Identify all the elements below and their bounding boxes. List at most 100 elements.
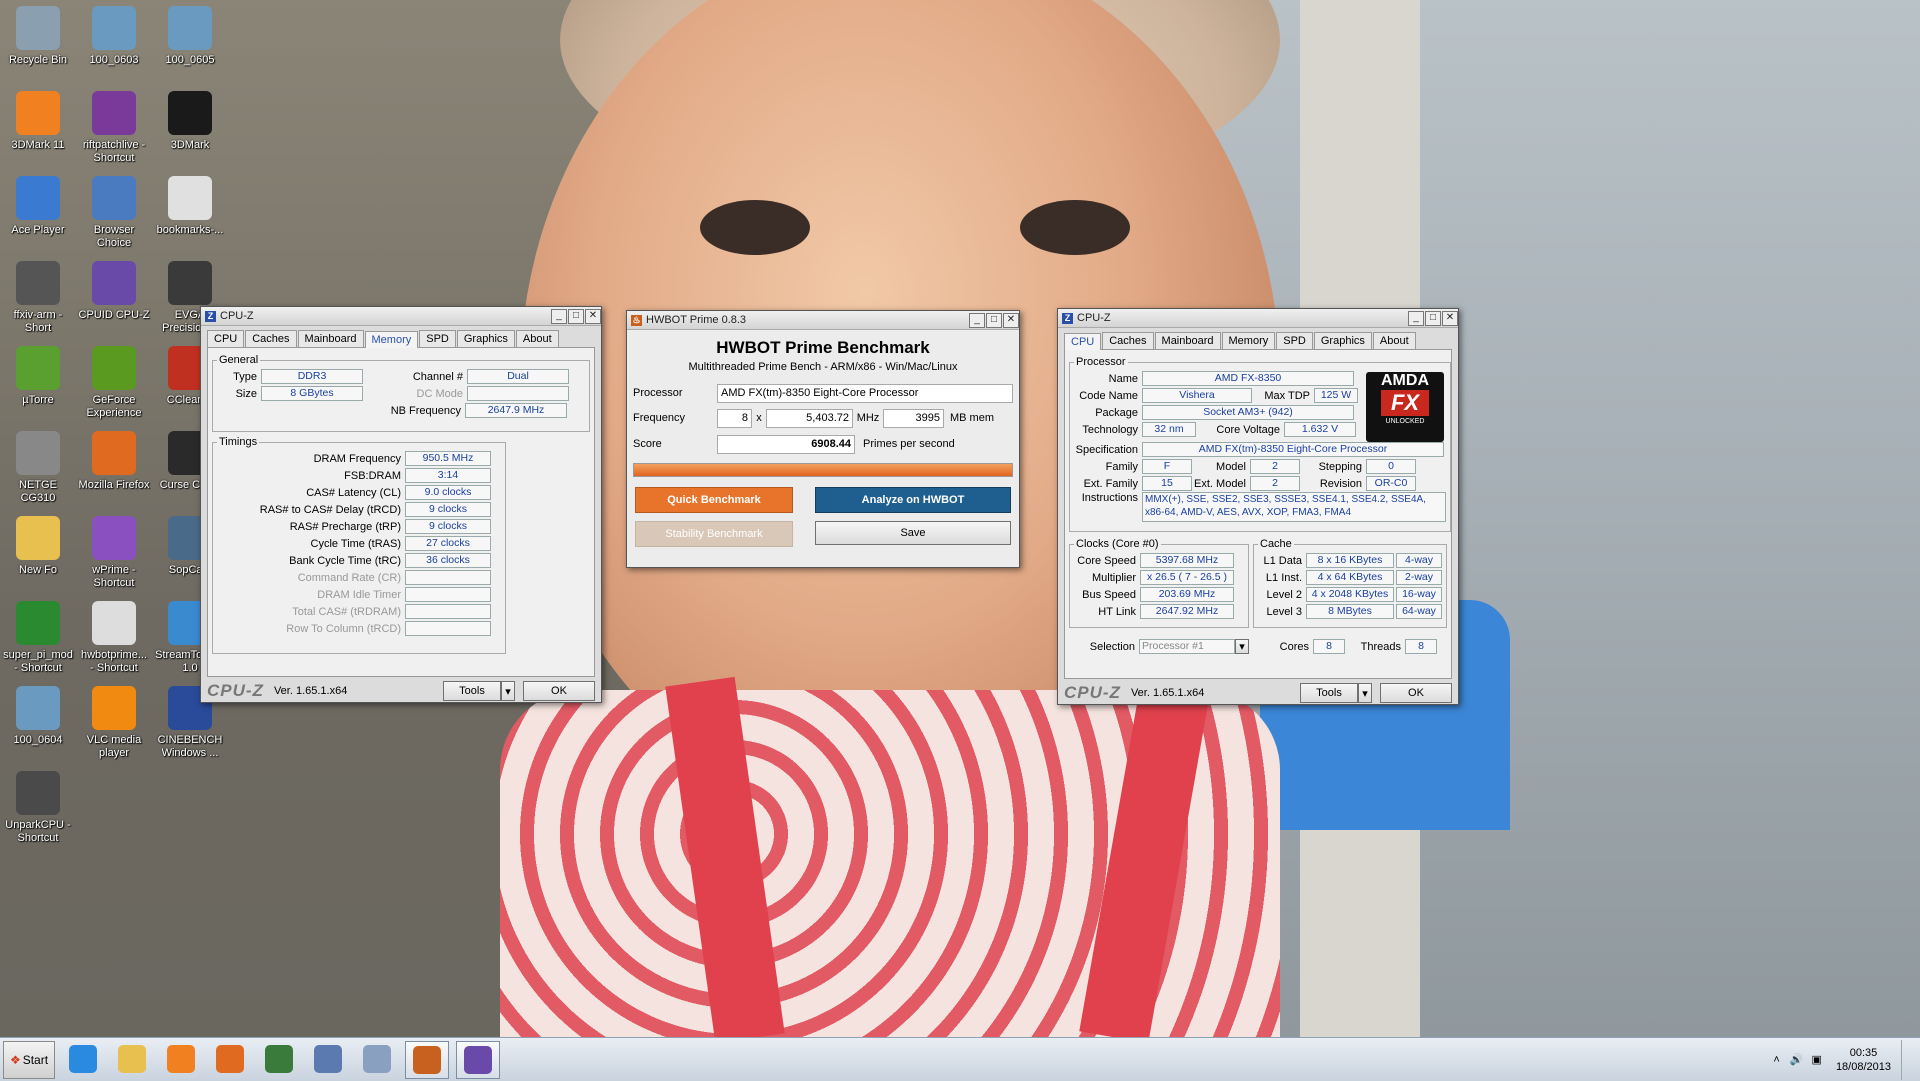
volume-icon[interactable]: 🔊: [1790, 1053, 1804, 1066]
taskbar-app-button[interactable]: [307, 1041, 349, 1077]
tab-caches[interactable]: Caches: [1102, 332, 1154, 349]
show-desktop-button[interactable]: [1901, 1039, 1914, 1080]
timing-row: RAS# to CAS# Delay (tRCD) 9 clocks: [217, 501, 501, 518]
maximize-icon[interactable]: □: [986, 312, 1002, 328]
desktop-icon[interactable]: 100_0604: [2, 686, 74, 747]
tab-graphics[interactable]: Graphics: [456, 330, 515, 347]
minimize-icon[interactable]: _: [1408, 310, 1424, 326]
ok-button[interactable]: OK: [523, 681, 595, 701]
tab-spd[interactable]: SPD: [1276, 332, 1313, 349]
desktop-icon[interactable]: VLC media player: [78, 686, 150, 760]
close-icon[interactable]: ✕: [585, 308, 601, 324]
desktop-icon[interactable]: Recycle Bin: [2, 6, 74, 67]
cache-level-label: Level 2: [1266, 588, 1302, 601]
minimize-icon[interactable]: _: [551, 308, 567, 324]
bus-speed-label: Bus Speed: [1082, 588, 1136, 601]
network-icon[interactable]: ▣: [1812, 1053, 1822, 1066]
chevron-down-icon[interactable]: ▾: [501, 681, 515, 701]
taskbar-app-button[interactable]: [111, 1041, 153, 1077]
close-icon[interactable]: ✕: [1442, 310, 1458, 326]
media-player-icon: [167, 1044, 195, 1073]
tab-cpu[interactable]: CPU: [207, 330, 245, 347]
score-field[interactable]: 6908.44: [717, 434, 855, 454]
taskbar-app-button[interactable]: [356, 1041, 398, 1077]
tab-caches[interactable]: Caches: [245, 330, 297, 347]
frequency-field[interactable]: 5,403.72: [766, 408, 853, 428]
show-hidden-icons-icon[interactable]: ˄: [1773, 1054, 1779, 1066]
close-icon[interactable]: ✕: [1003, 312, 1019, 328]
processor-select[interactable]: Processor #1: [1139, 639, 1235, 654]
taskbar-app-button[interactable]: [62, 1041, 104, 1077]
clock[interactable]: 00:35 18/08/2013: [1836, 1046, 1891, 1074]
processor-field[interactable]: AMD FX(tm)-8350 Eight-Core Processor: [717, 383, 1013, 403]
taskbar-app-button[interactable]: [160, 1041, 202, 1077]
desktop-icon[interactable]: 100_0605: [154, 6, 226, 67]
taskbar-app-button[interactable]: [258, 1041, 300, 1077]
timing-value: 3:14: [405, 468, 491, 483]
cache-row: Level 2 4 x 2048 KBytes 16-way: [1258, 586, 1442, 603]
cores-field[interactable]: 8: [717, 408, 752, 428]
desktop-icon-label: CPUID CPU-Z: [78, 309, 150, 321]
tab-spd[interactable]: SPD: [419, 330, 456, 347]
cores-label: Cores: [1279, 640, 1309, 653]
tab-memory[interactable]: Memory: [364, 331, 419, 348]
desktop-icon[interactable]: µTorre: [2, 346, 74, 407]
multiplier-value: x 26.5 ( 7 - 26.5 ): [1140, 570, 1234, 585]
desktop-icon[interactable]: Ace Player: [2, 176, 74, 237]
mb-mem-label: MB mem: [950, 412, 994, 424]
maximize-icon[interactable]: □: [568, 308, 584, 324]
quick-benchmark-button[interactable]: Quick Benchmark: [635, 487, 793, 513]
stability-benchmark-button[interactable]: Stability Benchmark: [635, 521, 793, 547]
tab-about[interactable]: About: [515, 330, 559, 347]
chevron-down-icon[interactable]: ▾: [1358, 683, 1372, 703]
desktop-icon[interactable]: ffxiv-arm - Short: [2, 261, 74, 335]
tab-cpu[interactable]: CPU: [1064, 333, 1102, 350]
maximize-icon[interactable]: □: [1425, 310, 1441, 326]
desktop-icon[interactable]: CPUID CPU-Z: [78, 261, 150, 322]
desktop-icon[interactable]: bookmarks-...: [154, 176, 226, 237]
minimize-icon[interactable]: _: [969, 312, 985, 328]
tab-about[interactable]: About: [1372, 332, 1416, 349]
desktop-icon[interactable]: wPrime - Shortcut: [78, 516, 150, 590]
timing-row: FSB:DRAM 3:14: [217, 467, 501, 484]
ext-family-label: Ext. Family: [1083, 477, 1138, 490]
desktop-icon[interactable]: 3DMark: [154, 91, 226, 152]
memory-field[interactable]: 3995: [883, 408, 944, 428]
desktop-icon[interactable]: 3DMark 11: [2, 91, 74, 152]
tools-button[interactable]: Tools: [443, 681, 501, 701]
taskbar-app-button[interactable]: [405, 1040, 449, 1079]
desktop-icon[interactable]: New Fo: [2, 516, 74, 577]
desktop-icon[interactable]: GeForce Experience: [78, 346, 150, 420]
revision-label: Revision: [1319, 477, 1362, 490]
tools-button[interactable]: Tools: [1300, 683, 1358, 703]
tab-memory[interactable]: Memory: [1221, 332, 1276, 349]
analyze-on-hwbot-button[interactable]: Analyze on HWBOT: [815, 487, 1011, 513]
taskbar-app-button[interactable]: [209, 1041, 251, 1077]
hwbot-titlebar[interactable]: ♨ HWBOT Prime 0.8.3 _ □ ✕: [627, 311, 1019, 330]
tab-graphics[interactable]: Graphics: [1313, 332, 1372, 349]
cpuz-memory-titlebar[interactable]: Z CPU-Z _ □ ✕: [201, 307, 601, 326]
nb-frequency-label: NB Frequency: [390, 404, 461, 417]
save-button[interactable]: Save: [815, 521, 1011, 545]
cache-level-label: L1 Data: [1263, 554, 1302, 567]
desktop-icon[interactable]: NETGE CG310: [2, 431, 74, 505]
desktop-icon[interactable]: Browser Choice: [78, 176, 150, 250]
cpuz-cpu-titlebar[interactable]: Z CPU-Z _ □ ✕: [1058, 309, 1458, 328]
chevron-down-icon[interactable]: ▾: [1235, 639, 1249, 654]
desktop-icon-label: GeForce Experience: [86, 394, 142, 419]
ok-button[interactable]: OK: [1380, 683, 1452, 703]
tab-mainboard[interactable]: Mainboard: [1154, 332, 1221, 349]
timings-legend: Timings: [219, 436, 258, 448]
taskbar-app-button[interactable]: [456, 1040, 500, 1079]
desktop-icon[interactable]: 100_0603: [78, 6, 150, 67]
desktop-icon[interactable]: UnparkCPU - Shortcut: [2, 771, 74, 845]
desktop-icon[interactable]: Mozilla Firefox: [78, 431, 150, 492]
start-button[interactable]: ❖ Start: [3, 1040, 55, 1079]
tab-mainboard[interactable]: Mainboard: [297, 330, 364, 347]
desktop-icon[interactable]: super_pi_mod - Shortcut: [2, 601, 74, 675]
desktop-icon[interactable]: hwbotprime... - Shortcut: [78, 601, 150, 675]
hwbot-subheading: Multithreaded Prime Bench - ARM/x86 - Wi…: [688, 361, 958, 373]
desktop-icon[interactable]: riftpatchlive - Shortcut: [78, 91, 150, 165]
type-value: DDR3: [261, 369, 363, 384]
max-tdp-label: Max TDP: [1264, 389, 1310, 402]
